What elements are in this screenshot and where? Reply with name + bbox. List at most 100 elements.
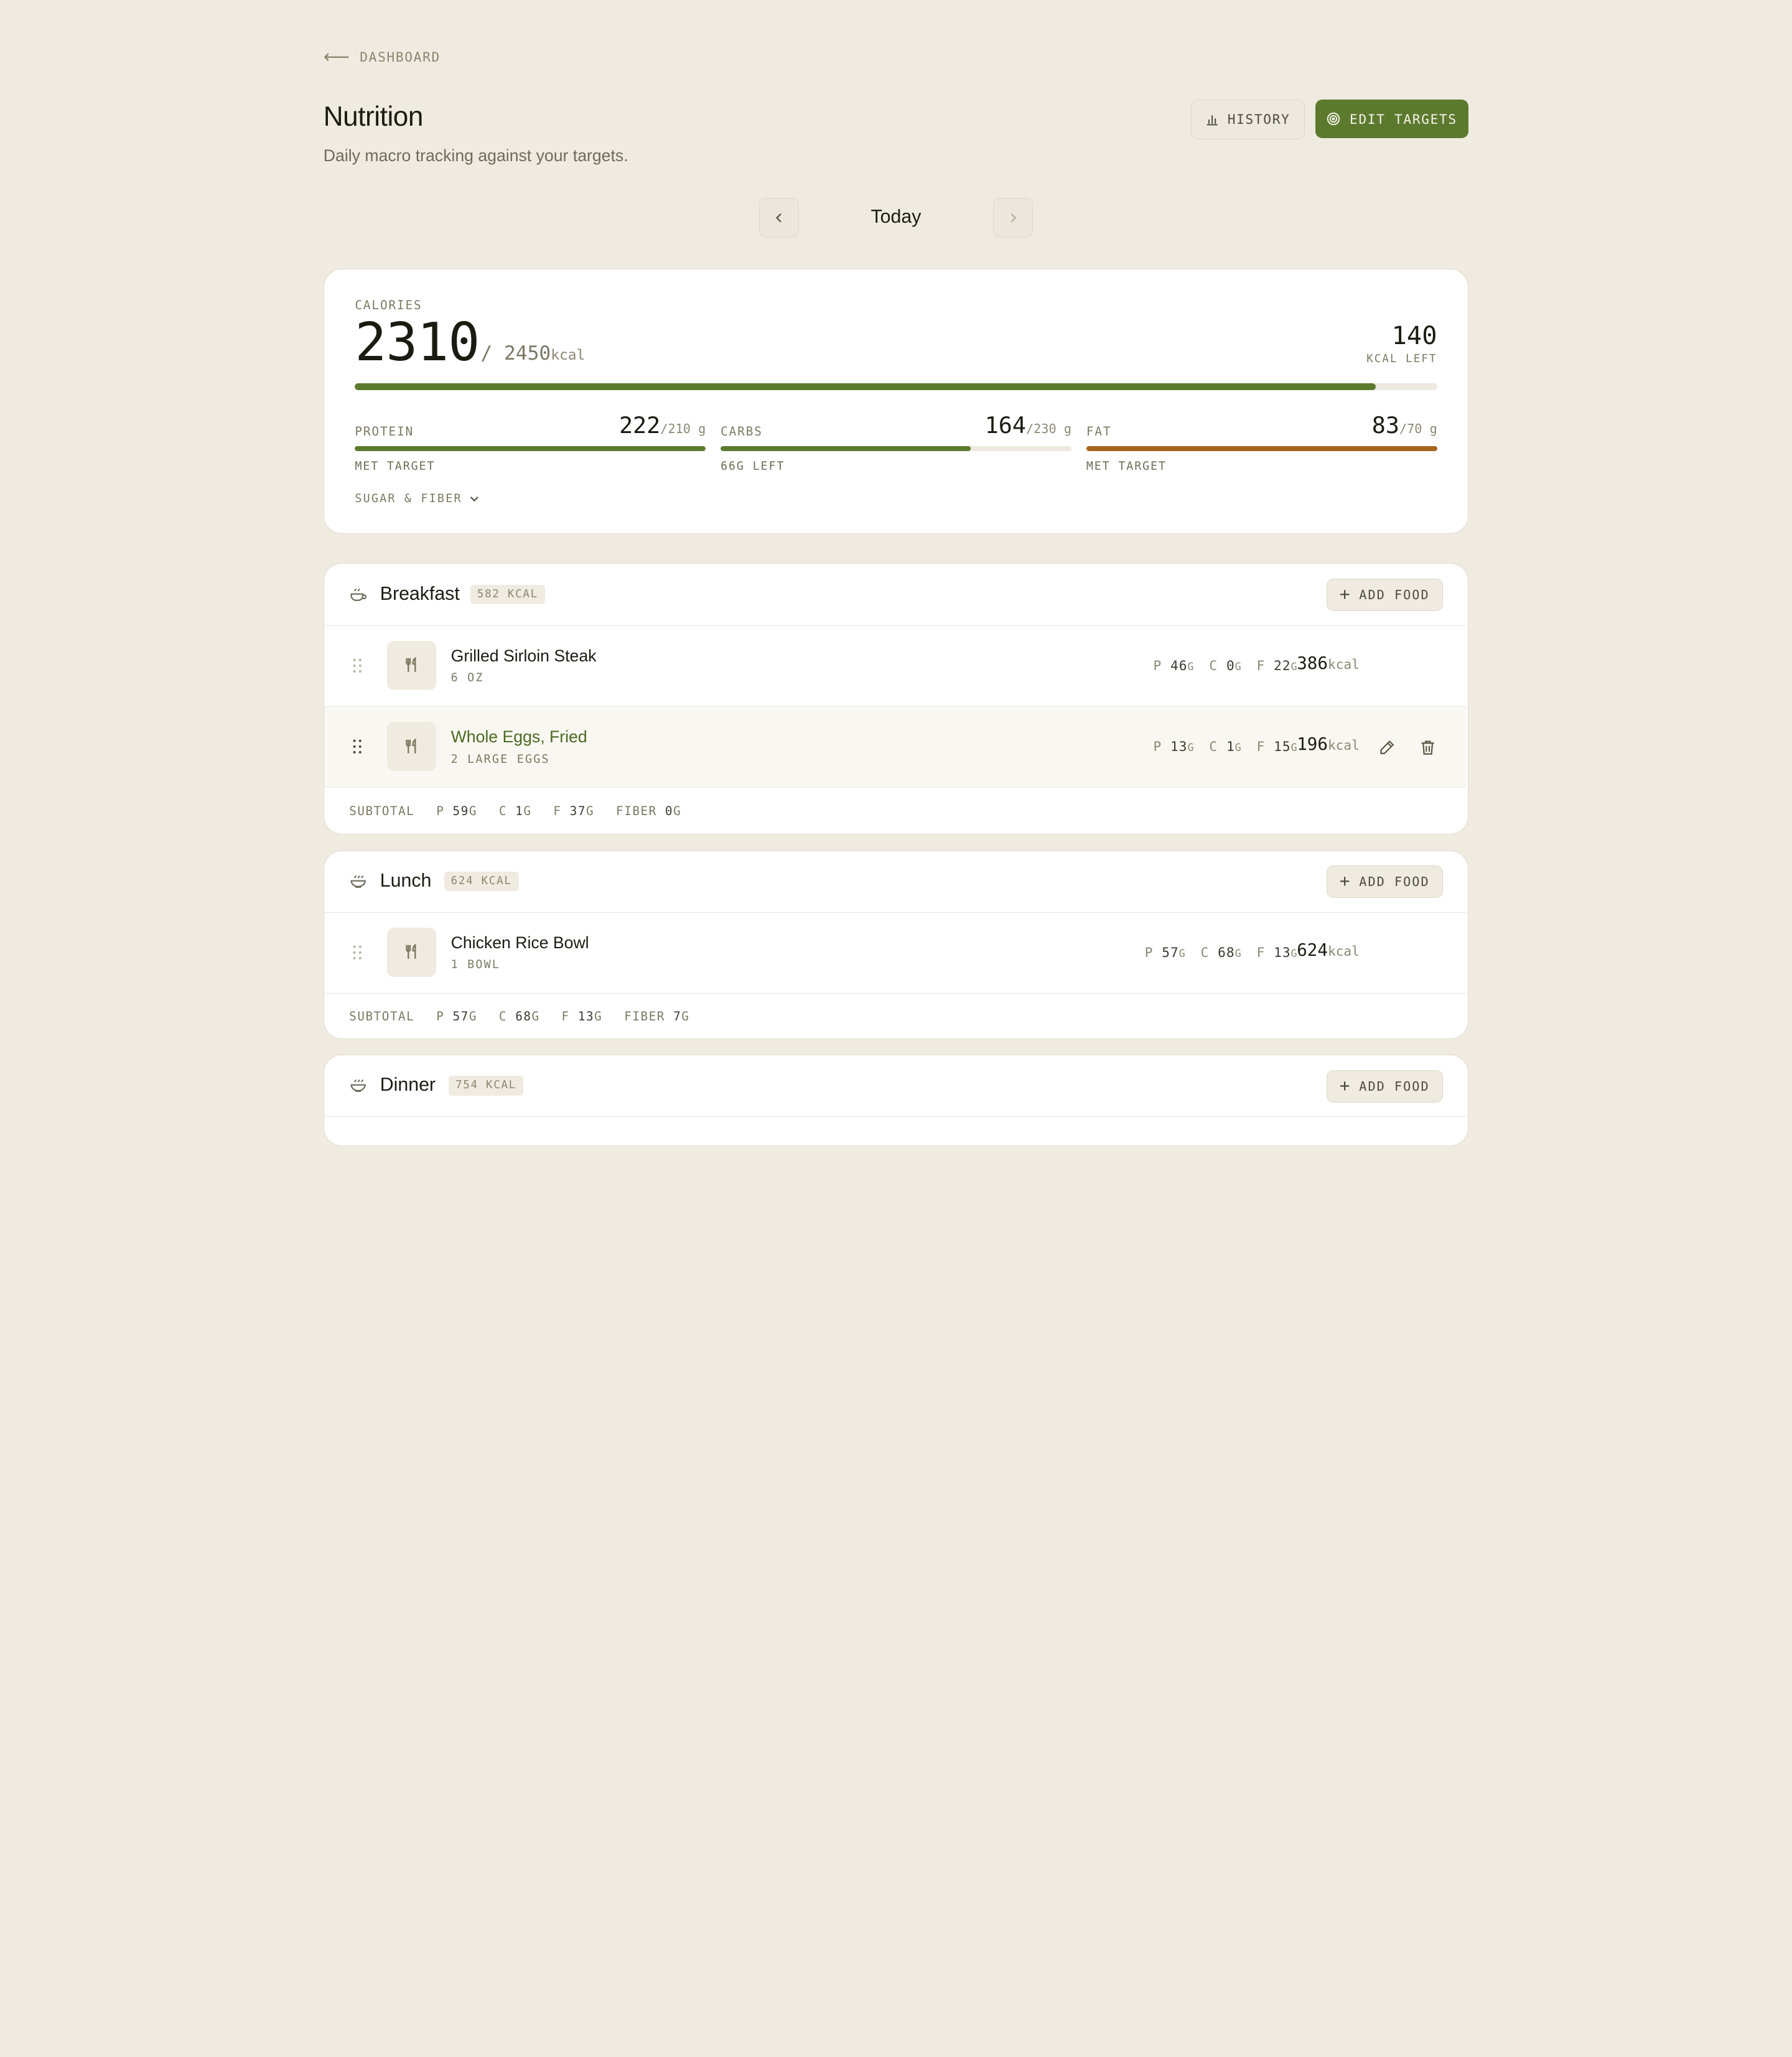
arrow-left-icon: ⟵	[323, 46, 351, 68]
food-macros: P 46G C 0G F 22G	[1153, 658, 1297, 673]
subtotal-protein: P 57G	[436, 1009, 477, 1024]
edit-pencil-icon[interactable]	[1378, 739, 1396, 757]
protein-value: 13	[1170, 739, 1188, 755]
target-icon	[1327, 112, 1340, 126]
plus-icon: +	[1339, 871, 1351, 892]
macro-name: CARBS	[721, 424, 763, 439]
macro-target: /210 g	[660, 421, 706, 436]
protein-letter: P	[1153, 739, 1162, 755]
drag-handle-icon[interactable]	[352, 658, 363, 674]
edit-targets-button[interactable]: EDIT TARGETS	[1315, 99, 1469, 139]
add-food-button[interactable]: + ADD FOOD	[1326, 579, 1443, 611]
food-name: Grilled Sirloin Steak	[450, 646, 597, 665]
plus-icon: +	[1339, 584, 1351, 605]
sugar-fiber-toggle[interactable]: SUGAR & FIBER	[355, 492, 479, 505]
calories-consumed: 2310	[355, 312, 480, 373]
food-macros: P 57G C 68G F 13G	[1145, 945, 1298, 960]
meal-card-dinner: Dinner 754 KCAL + ADD FOOD	[323, 1055, 1469, 1147]
unit: G	[469, 1009, 477, 1024]
back-to-dashboard-link[interactable]: ⟵ DASHBOARD	[323, 46, 441, 68]
carbs-letter: C	[1209, 739, 1218, 755]
fat-value: 37	[569, 803, 586, 818]
subtotal-fat: F 13G	[562, 1009, 603, 1024]
food-row[interactable]: Grilled Sirloin Steak 6 OZ P 46G C 0G F …	[324, 626, 1467, 707]
meal-kcal-badge: 624 KCAL	[444, 871, 519, 891]
next-day-button[interactable]	[993, 197, 1034, 238]
protein-letter: P	[1144, 945, 1154, 961]
history-label: HISTORY	[1227, 111, 1290, 128]
macro-progress-bar	[355, 446, 706, 451]
chevron-right-icon	[1010, 213, 1017, 223]
calories-progress-bar	[355, 383, 1437, 391]
macro-unit: g	[1429, 421, 1437, 437]
add-food-button[interactable]: + ADD FOOD	[1326, 865, 1443, 898]
unit: G	[1178, 948, 1186, 960]
fat-letter: F	[1256, 945, 1266, 961]
unit: G	[586, 803, 595, 818]
food-kcal: 386kcal	[1297, 653, 1360, 673]
food-row[interactable]: Whole Eggs, Fried 2 LARGE EGGS P 13G C 1…	[324, 707, 1467, 788]
macro-progress-bar	[721, 446, 1071, 451]
carbs-value: 68	[1218, 945, 1235, 961]
macro-value-number: 83	[1371, 412, 1399, 439]
food-serving: 6 OZ	[450, 671, 484, 685]
macro-status: MET TARGET	[355, 460, 436, 473]
add-food-label: ADD FOOD	[1359, 587, 1430, 603]
edit-targets-label: EDIT TARGETS	[1350, 111, 1457, 127]
calories-label: CALORIES	[355, 297, 422, 312]
subtotal-carbs: C 1G	[499, 804, 532, 818]
add-food-button[interactable]: + ADD FOOD	[1326, 1070, 1443, 1103]
protein-value: 46	[1170, 658, 1188, 674]
unit: G	[469, 803, 477, 818]
fat-letter: F	[1256, 739, 1266, 755]
coffee-cup-icon	[350, 588, 367, 601]
food-kcal-value: 386	[1297, 653, 1328, 673]
carbs-letter: C	[498, 1009, 508, 1024]
fat-value: 22	[1274, 658, 1291, 674]
food-protein: P 13G	[1153, 739, 1194, 754]
macro-target: /70 g	[1399, 421, 1437, 436]
carbs-letter: C	[498, 803, 508, 818]
protein-value: 57	[1162, 945, 1179, 961]
subtotal-label: SUBTOTAL	[349, 1009, 415, 1024]
unit: G	[673, 803, 682, 818]
food-row[interactable]: Chicken Rice Bowl 1 BOWL P 57G C 68G F 1…	[324, 913, 1467, 994]
macro-value: 83/70 g	[1372, 412, 1437, 439]
history-button[interactable]: HISTORY	[1190, 99, 1305, 140]
add-food-label: ADD FOOD	[1359, 1078, 1430, 1094]
add-food-label: ADD FOOD	[1359, 874, 1430, 890]
food-thumbnail	[386, 927, 436, 977]
previous-day-button[interactable]	[758, 197, 799, 238]
drag-handle-icon[interactable]	[352, 945, 363, 961]
protein-value: 57	[452, 1009, 469, 1024]
food-carbs: C 0G	[1209, 658, 1241, 673]
macro-unit: g	[698, 421, 706, 437]
food-thumbnail	[386, 640, 436, 690]
food-kcal-unit: kcal	[1327, 737, 1360, 753]
fat-letter: F	[1256, 658, 1266, 674]
food-kcal-unit: kcal	[1327, 656, 1360, 672]
trash-icon[interactable]	[1419, 739, 1437, 757]
fat-letter: F	[561, 1009, 570, 1024]
food-carbs: C 68G	[1201, 945, 1242, 960]
fat-value: 13	[577, 1009, 595, 1024]
food-protein: P 46G	[1153, 658, 1194, 673]
drag-handle-icon[interactable]	[352, 739, 363, 755]
fat-letter: F	[553, 803, 562, 818]
meal-name: Breakfast	[380, 583, 460, 604]
fat-value: 15	[1274, 739, 1291, 755]
protein-letter: P	[1153, 658, 1162, 674]
meal-card-breakfast: Breakfast 582 KCAL + ADD FOOD Grilled Si…	[323, 563, 1469, 834]
food-carbs: C 1G	[1209, 739, 1241, 754]
food-serving: 2 LARGE EGGS	[450, 752, 550, 766]
unit: G	[681, 1009, 690, 1024]
bowl-icon	[350, 875, 366, 888]
subtotal-fat: F 37G	[553, 804, 594, 818]
macro-progress-bar	[1086, 446, 1437, 451]
carbs-value: 1	[515, 803, 524, 818]
food-kcal-value: 196	[1297, 734, 1328, 755]
meal-subtotal: SUBTOTAL P 57G C 68G F 13G FIBER 7G	[324, 994, 1467, 1038]
food-name: Chicken Rice Bowl	[450, 933, 589, 952]
unit: G	[531, 1009, 540, 1024]
sugar-fiber-label: SUGAR & FIBER	[355, 492, 462, 505]
